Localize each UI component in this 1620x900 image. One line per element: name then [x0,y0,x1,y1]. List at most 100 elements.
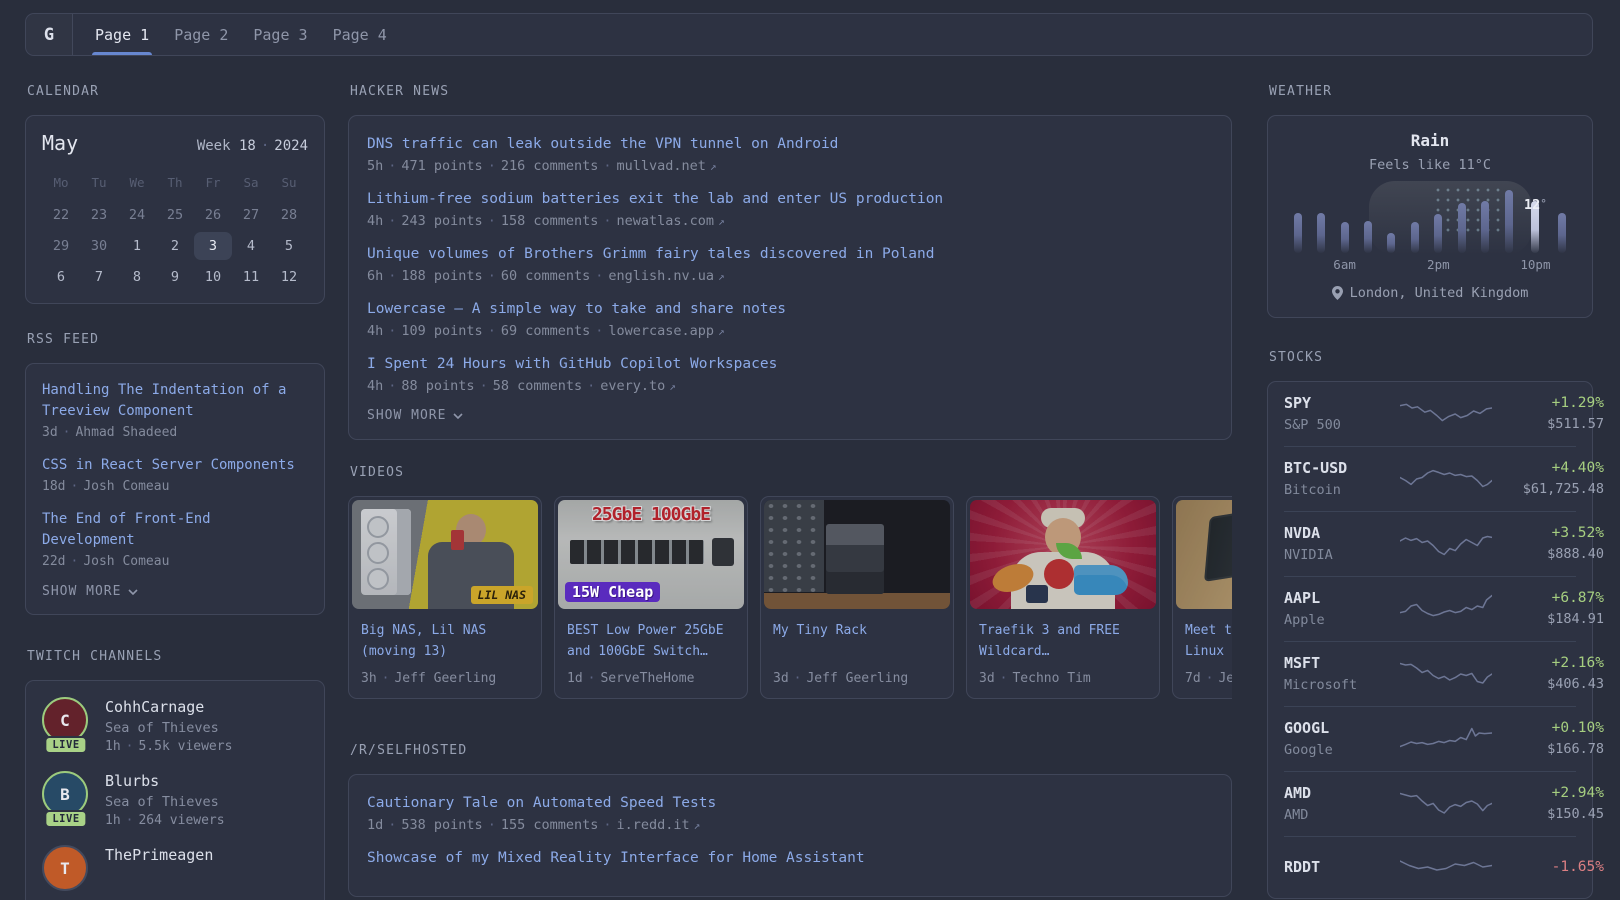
calendar-week-info: Week 18 · 2024 [196,138,308,154]
rss-item-meta: 22d · Josh Comeau [42,554,170,569]
stocks-widget: SPY S&P 500 +1.29% $511.57 BTC-USD Bitcoin … [1267,381,1604,899]
reddit-item-domain-link[interactable]: i.redd.it ↗ [617,817,701,833]
rss-item-link[interactable]: Handling The Indentation of a Treeview Co… [42,380,308,422]
hn-item: Unique volumes of Brothers Grimm fairy t… [367,243,1213,284]
video-card[interactable]: Traefik 3 and FREE Wildcard… 3d · Techno Ti… [966,496,1160,699]
rss-show-more-button[interactable]: SHOW MORE [42,584,308,602]
tab-page-1[interactable]: Page 1 [91,14,153,55]
hn-item: DNS traffic can leak outside the VPN tun… [367,133,1213,174]
video-meta: 7d·Jeff Geerling [1185,671,1232,686]
rss-item-link[interactable]: The End of Front-End Development [42,509,308,551]
stock-row[interactable]: NVDA NVIDIA +3.52% $888.40 [1284,511,1604,576]
reddit-item-link[interactable]: Cautionary Tale on Automated Speed Tests [367,792,1213,814]
hn-item-link[interactable]: Lithium-free sodium batteries exit the l… [367,188,1213,210]
hn-item-domain-link[interactable]: lowercase.app ↗ [608,323,724,339]
stock-change: -1.65% [1551,859,1604,875]
hn-item-domain-link[interactable]: every.to ↗ [600,378,676,394]
dot-separator: · [587,378,596,394]
channel-name: ThePrimeagen [105,846,214,864]
tab-page-3[interactable]: Page 3 [253,14,307,55]
video-card[interactable]: 25GbE 100GbE 15W Cheap BEST Low Power 25… [554,496,748,699]
hn-item-link[interactable]: Lowercase – A simple way to take and sha… [367,298,1213,320]
stock-row[interactable]: AAPL Apple +6.87% $184.91 [1284,576,1604,641]
hn-item-meta: 4h · 109 points · 69 comments · lowercase.app ↗ [367,323,725,339]
hn-item-domain-link[interactable]: mullvad.net ↗ [617,158,717,174]
calendar-day: 27 [242,207,260,223]
weather-bar [1364,221,1373,253]
weekday-label: Sa [243,175,259,190]
video-thumbnail [970,500,1156,609]
calendar-grid: Mo Tu We Th Fr Sa Su 22 23 24 25 26 27 2… [42,171,308,291]
tab-page-2[interactable]: Page 2 [174,14,228,55]
hn-show-more-button[interactable]: SHOW MORE [367,408,1213,426]
hn-item-link[interactable]: I Spent 24 Hours with GitHub Copilot Wor… [367,353,1213,375]
calendar-widget: May Week 18 · 2024 Mo Tu We Th Fr Sa Su 22… [25,115,325,304]
hackernews-section-title: HACKER NEWS [350,84,450,99]
app-logo[interactable]: G [26,14,73,55]
dot-separator: · [603,158,612,174]
stock-change: +1.29% [1551,395,1604,411]
reddit-item-link[interactable]: Showcase of my Mixed Reality Interface f… [367,847,1213,869]
dot-separator: · [487,213,496,229]
dot-separator: · [479,378,488,394]
tab-page-4[interactable]: Page 4 [333,14,387,55]
rss-widget: Handling The Indentation of a Treeview Co… [25,363,325,615]
twitch-channel-row[interactable]: B LIVE Blurbs Sea of Thieves 1h · 264 view… [42,771,308,828]
video-card[interactable]: LIL NAS Big NAS, Lil NAS (moving 13) 3h · J… [348,496,542,699]
stock-price: $888.40 [1547,546,1604,562]
calendar-day: 10 [204,269,222,285]
stock-price: $406.43 [1547,676,1604,692]
twitch-channel-row[interactable]: C LIVE CohhCarnage Sea of Thieves 1h · 5.5… [42,697,308,754]
video-thumbnail: 25GbE 100GbE 15W Cheap [558,500,744,609]
calendar-day: 22 [52,207,70,223]
calendar-day: 5 [284,238,294,254]
twitch-channel-row[interactable]: T ThePrimeagen [42,845,308,897]
thumbnail-caption: 15W Cheap [565,582,661,602]
weather-hourly-chart: 6am 2pm 12° 10pm [1284,181,1576,275]
stock-sparkline [1400,594,1492,616]
weather-bar [1387,233,1396,253]
stock-row[interactable]: AMD AMD +2.94% $150.45 [1284,771,1604,836]
hn-item-link[interactable]: DNS traffic can leak outside the VPN tun… [367,133,1213,155]
hn-item-domain-link[interactable]: newatlas.com ↗ [617,213,725,229]
dot-separator: · [999,671,1008,686]
video-card[interactable]: FAST Meet the newLinux Cluster 7d·Jeff G… [1172,496,1232,699]
hn-item-link[interactable]: Unique volumes of Brothers Grimm fairy t… [367,243,1213,265]
calendar-day: 9 [170,269,180,285]
video-meta: 3d · Techno Tim [979,671,1091,686]
stock-row[interactable]: SPY S&P 500 +1.29% $511.57 [1284,382,1604,446]
calendar-day: 8 [132,269,142,285]
rss-item-link[interactable]: CSS in React Server Components [42,455,308,476]
page-tabs: Page 1 Page 2 Page 3 Page 4 [91,14,412,55]
external-link-icon: ↗ [669,380,676,393]
stock-name: Bitcoin [1284,482,1341,498]
stock-row[interactable]: BTC-USD Bitcoin +4.40% $61,725.48 [1284,446,1604,511]
stock-row[interactable]: RDDT -1.65% [1284,836,1604,898]
dot-separator: · [388,268,397,284]
stock-change: +2.94% [1551,785,1604,801]
stock-name: NVIDIA [1284,547,1333,563]
calendar-day: 29 [52,238,70,254]
stock-ticker: SPY [1284,394,1312,412]
hn-item-domain-link[interactable]: english.nv.ua ↗ [608,268,724,284]
video-card[interactable]: My Tiny Rack 3d · Jeff Geerling [760,496,954,699]
stock-sparkline [1400,403,1492,421]
weather-bar [1457,203,1466,253]
stocks-section-title: STOCKS [1269,350,1324,365]
dot-separator: · [260,138,270,154]
right-column: WEATHER Rain Feels like 11°C 6am 2pm 12°… [1267,84,1604,900]
stock-row[interactable]: GOOGL Google +0.10% $166.78 [1284,706,1604,771]
live-badge: LIVE [44,810,88,828]
dot-separator: · [388,213,397,229]
stock-name: Microsoft [1284,677,1358,693]
dot-separator: · [388,158,397,174]
dot-separator: · [388,817,397,833]
external-link-icon: ↗ [718,270,725,283]
avatar: T [42,845,88,891]
weather-location: London, United Kingdom [1284,285,1576,301]
stock-row[interactable]: MSFT Microsoft +2.16% $406.43 [1284,641,1604,706]
stock-name: Apple [1284,612,1325,628]
stock-ticker: AAPL [1284,589,1321,607]
weekday-label: Tu [91,175,107,190]
calendar-day: 30 [90,238,108,254]
